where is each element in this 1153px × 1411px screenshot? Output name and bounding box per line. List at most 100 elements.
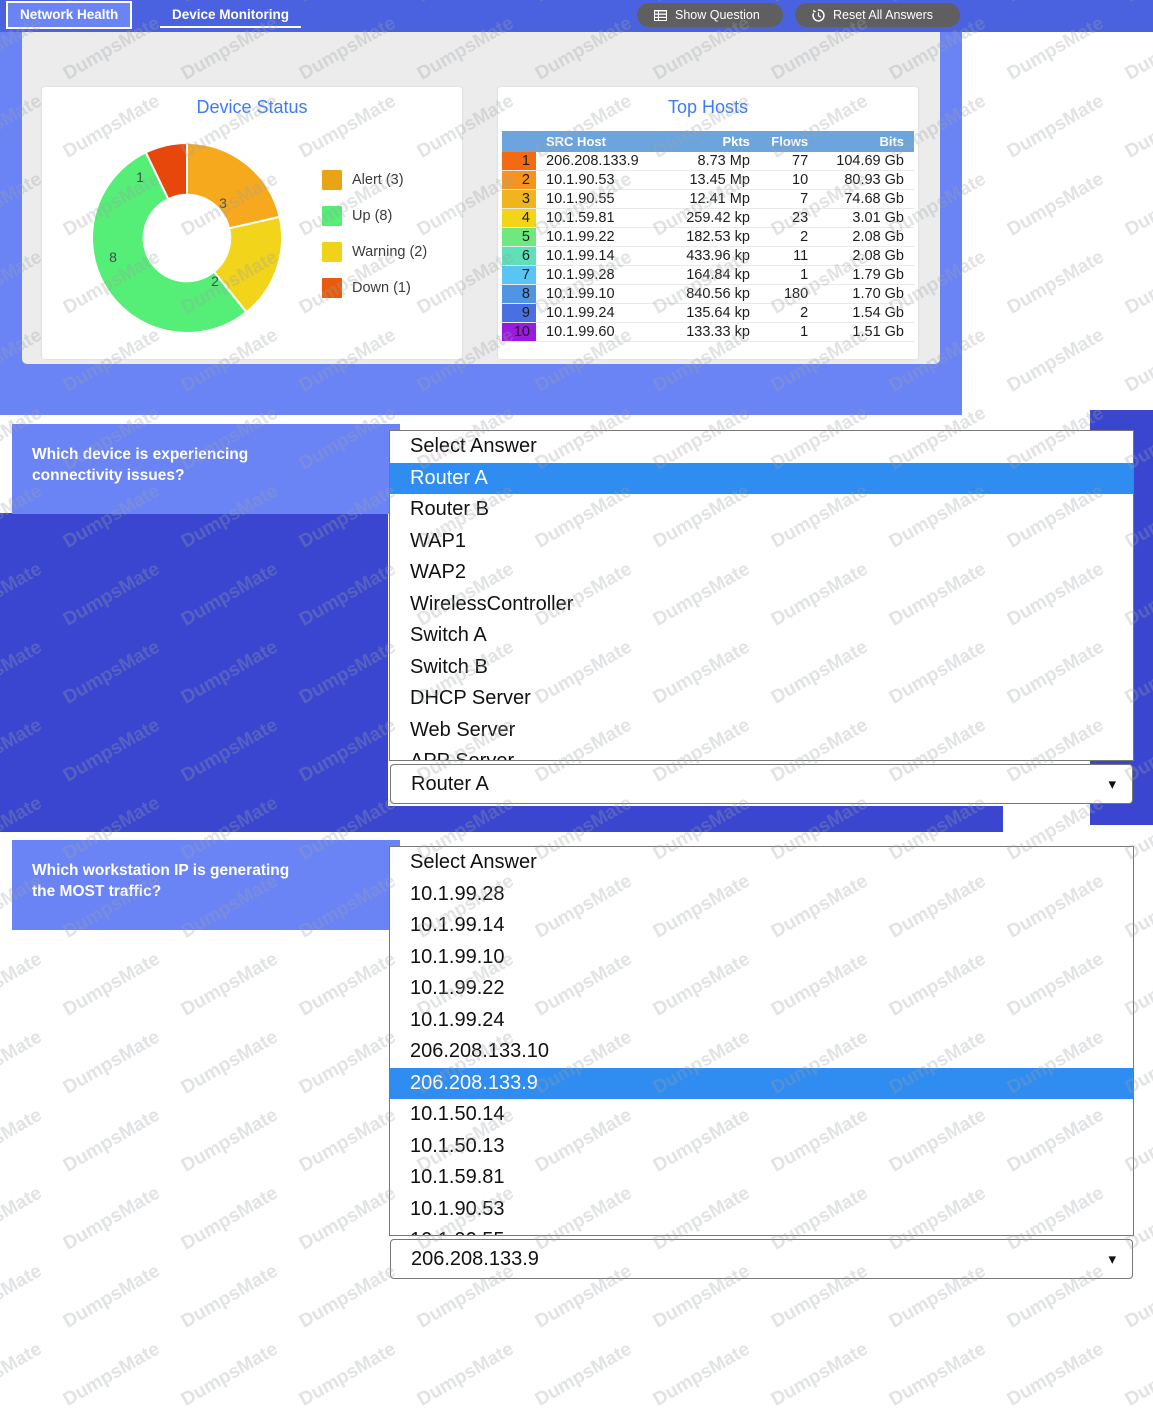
table-row: 10 10.1.99.60 133.33 kp 1 1.51 Gb bbox=[502, 322, 914, 342]
dropdown-option[interactable]: Router B bbox=[390, 494, 1133, 526]
reset-all-answers-label: Reset All Answers bbox=[833, 8, 934, 22]
chevron-down-icon: ▾ bbox=[1108, 1251, 1116, 1268]
question1-select[interactable]: Router A ▾ bbox=[390, 764, 1133, 804]
row-bits: 1.51 Gb bbox=[814, 322, 914, 342]
dropdown-option[interactable]: 10.1.59.81 bbox=[390, 1162, 1133, 1194]
row-src-host: 10.1.59.81 bbox=[536, 208, 666, 228]
dropdown-option[interactable]: 10.1.90.53 bbox=[390, 1194, 1133, 1226]
row-pkts: 182.53 kp bbox=[665, 227, 756, 247]
row-flows: 1 bbox=[755, 265, 815, 285]
dropdown-option[interactable]: Select Answer bbox=[390, 431, 1133, 463]
top-hosts-card: Top Hosts SRC Host Pkts Flows Bits 1 206.… bbox=[498, 87, 918, 359]
row-flows: 10 bbox=[755, 170, 815, 190]
donut-value-warning: 2 bbox=[211, 273, 219, 289]
row-rank: 10 bbox=[502, 322, 536, 342]
question1-block: Which device is experiencing connectivit… bbox=[12, 424, 400, 514]
dropdown-option[interactable]: 10.1.90.55 bbox=[390, 1225, 1133, 1235]
table-row: 4 10.1.59.81 259.42 kp 23 3.01 Gb bbox=[502, 208, 914, 228]
show-question-button[interactable]: Show Question bbox=[637, 3, 783, 27]
legend-swatch-down bbox=[322, 278, 342, 298]
row-flows: 7 bbox=[755, 189, 815, 209]
legend-swatch-up bbox=[322, 206, 342, 226]
dropdown-option[interactable]: 10.1.50.13 bbox=[390, 1131, 1133, 1163]
row-src-host: 10.1.99.60 bbox=[536, 322, 666, 342]
row-src-host: 10.1.90.55 bbox=[536, 189, 666, 209]
row-src-host: 10.1.99.24 bbox=[536, 303, 666, 323]
dropdown-option[interactable]: 10.1.99.24 bbox=[390, 1005, 1133, 1037]
show-question-label: Show Question bbox=[675, 8, 760, 22]
dropdown-option[interactable]: 10.1.99.10 bbox=[390, 942, 1133, 974]
question2-line2: the MOST traffic? bbox=[32, 883, 162, 900]
donut-value-down: 1 bbox=[136, 169, 144, 185]
row-flows: 180 bbox=[755, 284, 815, 304]
dropdown-option[interactable]: Web Server bbox=[390, 715, 1133, 747]
donut-svg bbox=[91, 141, 284, 334]
device-status-title: Device Status bbox=[196, 97, 308, 117]
tab-device-monitoring[interactable]: Device Monitoring bbox=[160, 2, 302, 28]
question2-select[interactable]: 206.208.133.9 ▾ bbox=[390, 1239, 1133, 1279]
row-rank: 2 bbox=[502, 170, 536, 190]
legend-item-alert: Alert (3) bbox=[322, 162, 427, 198]
dropdown-option[interactable]: WAP1 bbox=[390, 526, 1133, 558]
dropdown-option[interactable]: WirelessController bbox=[390, 589, 1133, 621]
dropdown-option[interactable]: 10.1.99.28 bbox=[390, 879, 1133, 911]
dropdown-option[interactable]: Switch B bbox=[390, 652, 1133, 684]
legend-item-up: Up (8) bbox=[322, 198, 427, 234]
question1-prompt: Which device is experiencing connectivit… bbox=[32, 444, 372, 486]
question1-backdrop-left bbox=[0, 513, 388, 828]
row-src-host: 206.208.133.9 bbox=[536, 152, 666, 171]
dropdown-option[interactable]: Select Answer bbox=[390, 847, 1133, 879]
device-status-donut-chart: 3 2 8 1 bbox=[82, 133, 292, 343]
row-pkts: 12.41 Mp bbox=[665, 189, 756, 209]
legend-swatch-alert bbox=[322, 170, 342, 190]
row-src-host: 10.1.99.10 bbox=[536, 284, 666, 304]
question2-backdrop bbox=[0, 806, 1003, 832]
row-rank: 9 bbox=[502, 303, 536, 323]
table-row: 1 206.208.133.9 8.73 Mp 77 104.69 Gb bbox=[502, 152, 914, 171]
legend-item-warning: Warning (2) bbox=[322, 234, 427, 270]
row-bits: 3.01 Gb bbox=[814, 208, 914, 228]
row-pkts: 433.96 kp bbox=[665, 246, 756, 266]
header-src-host: SRC Host bbox=[536, 131, 666, 152]
row-rank: 3 bbox=[502, 189, 536, 209]
top-hosts-title: Top Hosts bbox=[667, 97, 749, 117]
question2-option-list[interactable]: Select Answer 10.1.99.28 10.1.99.14 10.1.99… bbox=[389, 846, 1134, 1236]
row-src-host: 10.1.99.28 bbox=[536, 265, 666, 285]
dropdown-option[interactable]: APP Server bbox=[390, 746, 1133, 760]
question2-line1: Which workstation IP is generating bbox=[32, 862, 290, 879]
top-tab-bar: Network Health Device Monitoring bbox=[0, 0, 1153, 32]
legend-label-warning: Warning (2) bbox=[352, 244, 428, 260]
row-pkts: 164.84 kp bbox=[665, 265, 756, 285]
row-src-host: 10.1.99.14 bbox=[536, 246, 666, 266]
row-rank: 6 bbox=[502, 246, 536, 266]
row-rank: 8 bbox=[502, 284, 536, 304]
header-rank bbox=[502, 131, 536, 152]
dropdown-option[interactable]: Switch A bbox=[390, 620, 1133, 652]
reset-clock-icon bbox=[811, 8, 826, 23]
dropdown-option[interactable]: 206.208.133.10 bbox=[390, 1036, 1133, 1068]
row-flows: 11 bbox=[755, 246, 815, 266]
legend-swatch-warning bbox=[322, 242, 342, 262]
dropdown-option[interactable]: 10.1.50.14 bbox=[390, 1099, 1133, 1131]
dropdown-option[interactable]: WAP2 bbox=[390, 557, 1133, 589]
dropdown-option[interactable]: 206.208.133.9 bbox=[390, 1067, 1133, 1099]
table-row: 7 10.1.99.28 164.84 kp 1 1.79 Gb bbox=[502, 265, 914, 285]
question2-selected-value: 206.208.133.9 bbox=[411, 1247, 539, 1270]
row-bits: 1.70 Gb bbox=[814, 284, 914, 304]
row-flows: 1 bbox=[755, 322, 815, 342]
header-pkts: Pkts bbox=[665, 131, 756, 152]
tab-network-health[interactable]: Network Health bbox=[6, 1, 133, 29]
row-bits: 1.79 Gb bbox=[814, 265, 914, 285]
row-rank: 7 bbox=[502, 265, 536, 285]
row-bits: 2.08 Gb bbox=[814, 227, 914, 247]
question2-block: Which workstation IP is generating the M… bbox=[12, 840, 400, 930]
dropdown-option[interactable]: 10.1.99.22 bbox=[390, 973, 1133, 1005]
dropdown-option[interactable]: DHCP Server bbox=[390, 683, 1133, 715]
question1-option-list[interactable]: Select Answer Router A Router B WAP1 WAP2 Wir… bbox=[389, 430, 1134, 761]
row-bits: 1.54 Gb bbox=[814, 303, 914, 323]
row-pkts: 840.56 kp bbox=[665, 284, 756, 304]
reset-all-answers-button[interactable]: Reset All Answers bbox=[795, 3, 960, 27]
dropdown-option[interactable]: 10.1.99.14 bbox=[390, 910, 1133, 942]
dropdown-option[interactable]: Router A bbox=[390, 462, 1133, 494]
row-rank: 1 bbox=[502, 152, 536, 171]
